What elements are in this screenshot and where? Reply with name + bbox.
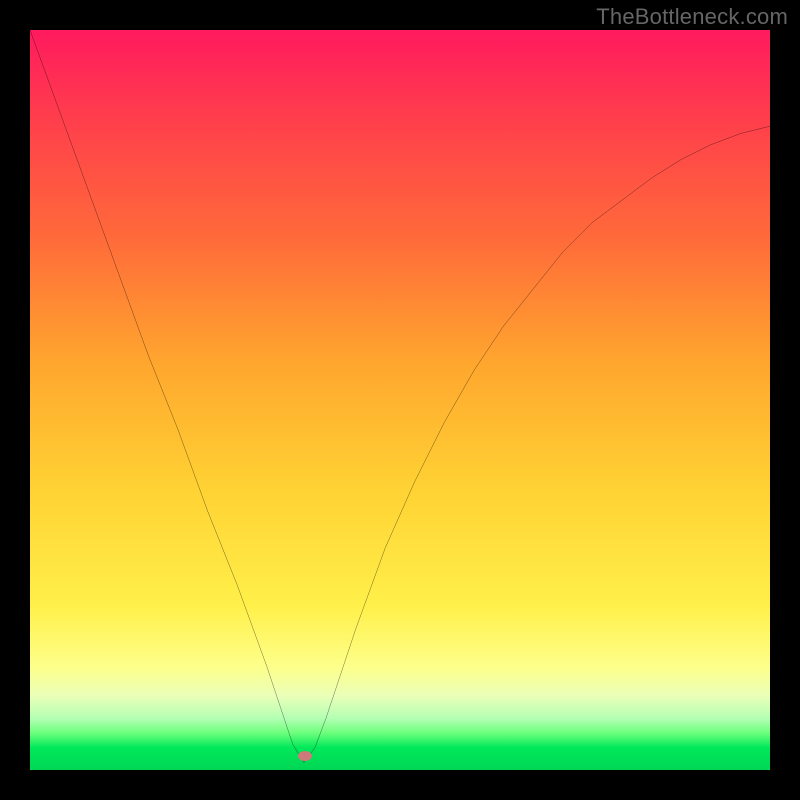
watermark-text: TheBottleneck.com <box>596 4 788 30</box>
plot-area <box>30 30 770 770</box>
chart-frame: TheBottleneck.com <box>0 0 800 800</box>
curve-path <box>30 30 770 763</box>
minimum-marker <box>298 751 312 761</box>
bottleneck-curve <box>30 30 770 770</box>
